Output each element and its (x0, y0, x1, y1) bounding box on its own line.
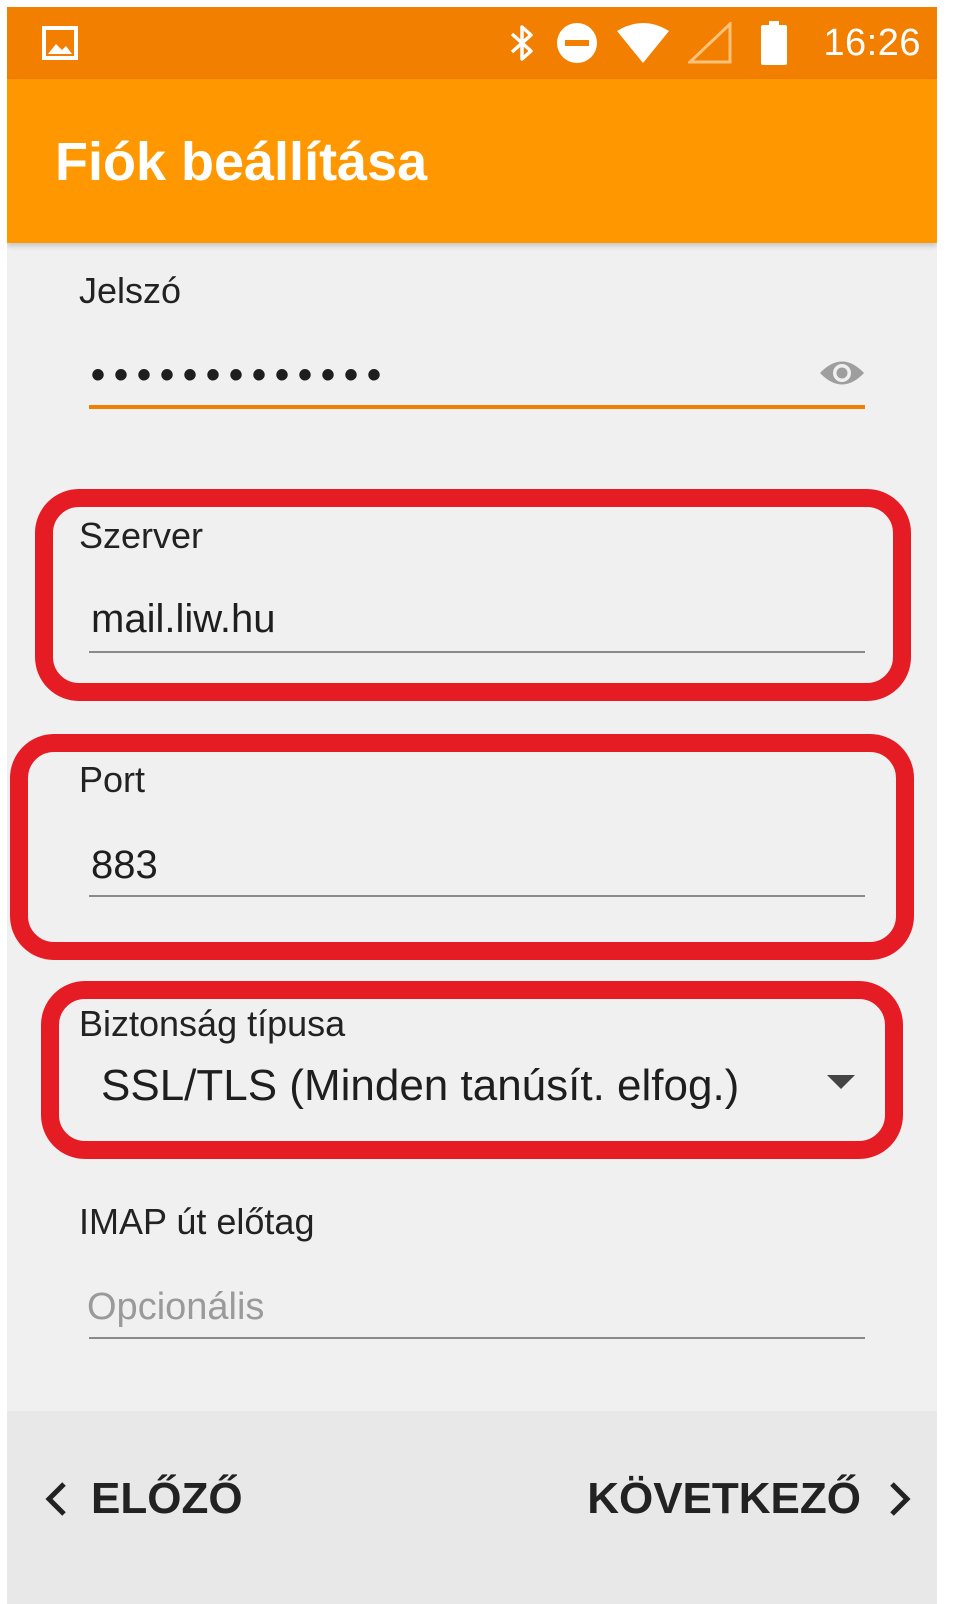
status-time: 16:26 (823, 22, 921, 64)
port-label: Port (79, 759, 146, 800)
password-underline (89, 405, 865, 409)
image-icon (41, 7, 79, 79)
status-bar: 16:26 (7, 7, 937, 79)
previous-button-label: ELŐZŐ (91, 1474, 243, 1523)
do-not-disturb-icon (555, 7, 599, 79)
imap-prefix-underline (89, 1337, 865, 1339)
wifi-icon (615, 7, 671, 79)
chevron-left-icon (45, 1481, 67, 1517)
imap-prefix-label: IMAP út előtag (79, 1201, 315, 1242)
security-type-label: Biztonság típusa (79, 1003, 346, 1044)
next-button[interactable]: KÖVETKEZŐ (587, 1467, 911, 1531)
security-type-select[interactable]: SSL/TLS (Minden tanúsít. elfog.) (101, 1061, 739, 1111)
password-field[interactable]: ••••••••••••• (91, 353, 390, 398)
server-input[interactable]: mail.liw.hu (91, 597, 276, 642)
server-label: Szerver (79, 515, 204, 556)
password-label: Jelszó (79, 270, 182, 311)
imap-prefix-input[interactable] (87, 1279, 867, 1335)
battery-icon (759, 7, 789, 79)
port-underline (89, 895, 865, 897)
port-input[interactable]: 883 (91, 843, 158, 888)
bluetooth-icon (507, 7, 537, 79)
screen: 16:26 Fiók beállítása Jelszó •••••••••••… (7, 7, 937, 1604)
server-underline (89, 651, 865, 653)
page-title: Fiók beállítása (55, 132, 428, 192)
previous-button[interactable]: ELŐZŐ (45, 1467, 243, 1531)
app-bar: Fiók beállítása (7, 79, 937, 243)
show-password-icon[interactable] (817, 353, 867, 393)
signal-icon (687, 7, 733, 79)
next-button-label: KÖVETKEZŐ (587, 1474, 861, 1523)
chevron-down-icon[interactable] (827, 1075, 855, 1089)
chevron-right-icon (889, 1481, 911, 1517)
bottom-nav-bar: ELŐZŐ KÖVETKEZŐ (7, 1411, 937, 1604)
